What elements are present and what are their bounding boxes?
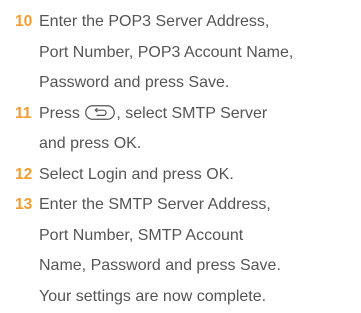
step-line: Port Number, SMTP Account: [39, 226, 244, 244]
step-number: 11: [15, 104, 32, 122]
step-12: 12 Select Login and press OK.: [15, 160, 361, 191]
step-line: Password and press Save.: [39, 74, 230, 91]
instruction-steps: 10 Enter the POP3 Server Address, Port N…: [15, 7, 361, 312]
step-10: 10 Enter the POP3 Server Address, Port N…: [15, 7, 361, 99]
step-number: 13: [15, 196, 33, 213]
back-key-icon: [85, 101, 116, 120]
step-text: Enter the SMTP Server Address, Port Numb…: [39, 190, 281, 312]
step-line: Press , select SMTP Server: [39, 99, 267, 130]
step-line-post: , select SMTP Server: [116, 104, 268, 122]
step-line-pre: Press: [39, 104, 80, 122]
step-13: 13 Enter the SMTP Server Address, Port N…: [15, 190, 361, 312]
step-text: Enter the POP3 Server Address, Port Numb…: [39, 7, 293, 99]
step-text: Select Login and press OK.: [39, 160, 234, 191]
step-line: Enter the POP3 Server Address,: [39, 13, 270, 30]
step-line: Select Login and press OK.: [39, 165, 234, 183]
step-line: Name, Password and press Save.: [39, 257, 281, 274]
step-number: 10: [15, 13, 33, 30]
step-line: Your settings are now complete.: [39, 287, 267, 305]
step-number: 12: [15, 165, 33, 183]
step-line: Port Number, POP3 Account Name,: [39, 43, 294, 61]
step-11: 11 Press , select SMTP Server and press …: [15, 99, 361, 160]
step-line: Enter the SMTP Server Address,: [39, 196, 271, 213]
step-text: Press , select SMTP Server and press OK.: [39, 99, 267, 160]
step-line: and press OK.: [39, 135, 142, 152]
